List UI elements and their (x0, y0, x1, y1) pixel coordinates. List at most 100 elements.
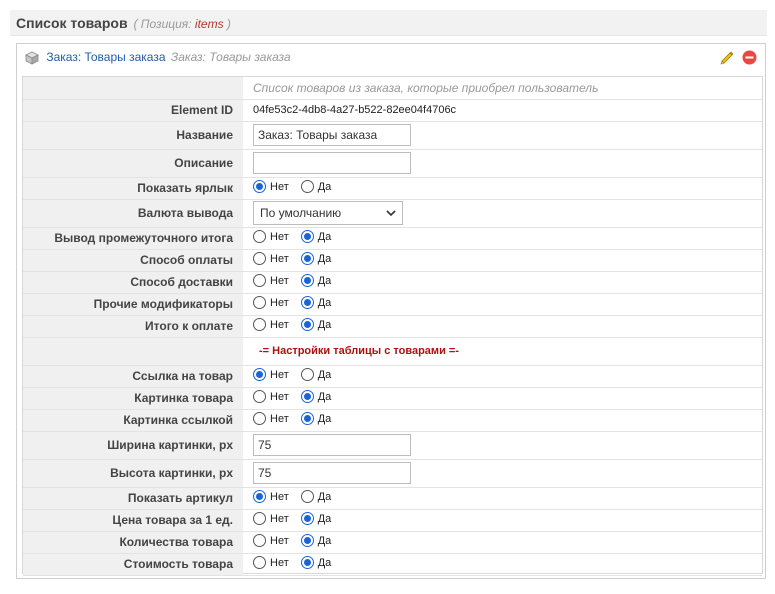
currency-value: По умолчанию (260, 206, 342, 220)
radio-row: Стоимость товара Нет Да (23, 553, 762, 576)
pencil-icon[interactable] (719, 50, 735, 66)
radio-yes[interactable]: Да (300, 318, 332, 331)
radio-no[interactable]: Нет (253, 274, 289, 287)
radio-label: Количества товара (23, 531, 243, 554)
name-input[interactable] (253, 124, 411, 146)
radio-yes-label: Да (317, 296, 332, 309)
radio-yes[interactable]: Да (300, 534, 331, 547)
radio-no[interactable]: Нет (253, 230, 289, 243)
desc-input[interactable] (253, 152, 411, 174)
img-height-input[interactable] (253, 462, 411, 484)
section-title: -= Настройки таблицы с товарами =- (243, 337, 762, 366)
name-label: Название (23, 121, 243, 150)
radio-yes[interactable]: Да (300, 512, 331, 525)
radio-row: Показать артикул Нет Да (23, 487, 762, 510)
radio-yes-label: Да (317, 556, 332, 569)
radio-yes[interactable]: Да (300, 556, 332, 569)
name-row: Название (23, 121, 762, 150)
module-header: Список товаров ( Позиция: items ) (10, 10, 767, 36)
radio-label: Картинка товара (23, 387, 243, 410)
radio-no-label: Нет (270, 318, 289, 331)
radio-no[interactable]: Нет (253, 512, 289, 525)
radio-circle[interactable] (253, 534, 266, 547)
delete-icon[interactable] (742, 50, 757, 65)
radio-yes-label: Да (317, 318, 332, 331)
radio-no-label: Нет (270, 390, 289, 403)
desc-row: Описание (23, 149, 762, 178)
radio-circle[interactable] (253, 368, 266, 381)
radio-no[interactable]: Нет (253, 412, 289, 425)
element-id-label: Element ID (23, 99, 243, 122)
radio-circle[interactable] (300, 252, 314, 265)
radio-row: Способ оплаты Нет Да (23, 249, 762, 272)
radio-circle[interactable] (300, 512, 314, 525)
radio-yes-label: Да (317, 368, 332, 381)
radio-circle[interactable] (300, 180, 314, 193)
radio-no-label: Нет (270, 556, 289, 569)
radio-yes[interactable]: Да (300, 296, 332, 309)
img-width-input[interactable] (253, 434, 411, 456)
radio-yes[interactable]: Да (300, 368, 332, 381)
radio-no[interactable]: Нет (253, 252, 289, 265)
radio-circle[interactable] (253, 512, 266, 525)
panel-title[interactable]: Заказ: Товары заказа (46, 50, 165, 64)
radio-circle[interactable] (253, 390, 266, 403)
radio-circle[interactable] (300, 368, 314, 381)
radio-circle[interactable] (253, 180, 266, 193)
radio-circle[interactable] (253, 490, 266, 503)
radio-no[interactable]: Нет (253, 180, 289, 193)
radio-circle[interactable] (300, 412, 314, 425)
empty-label-cell (23, 337, 243, 366)
radio-circle[interactable] (253, 296, 266, 309)
radio-circle[interactable] (253, 556, 266, 569)
radio-no-label: Нет (270, 252, 289, 265)
radio-yes[interactable]: Да (300, 412, 331, 425)
position-value: items (194, 17, 224, 31)
currency-select[interactable]: По умолчанию (253, 201, 403, 225)
radio-label: Картинка ссылкой (23, 409, 243, 432)
radio-circle[interactable] (300, 230, 314, 243)
radio-label: Способ оплаты (23, 249, 243, 272)
radio-circle[interactable] (300, 390, 314, 403)
description-row: Список товаров из заказа, которые приобр… (23, 77, 762, 100)
radio-circle[interactable] (253, 252, 266, 265)
radio-row: Цена товара за 1 ед. Нет Да (23, 509, 762, 532)
radio-no-label: Нет (270, 534, 289, 547)
radio-no[interactable]: Нет (253, 318, 289, 331)
position-info: ( Позиция: items ) (133, 17, 230, 31)
element-id-row: Element ID 04fe53c2-4db8-4a27-b522-82ee0… (23, 99, 762, 122)
radio-circle[interactable] (253, 318, 266, 331)
radio-no[interactable]: Нет (253, 368, 289, 381)
radio-yes-label: Да (317, 490, 332, 503)
element-panel: Заказ: Товары заказа Заказ: Товары заказ… (16, 43, 766, 579)
radio-yes[interactable]: Да (300, 230, 331, 243)
radio-yes[interactable]: Да (300, 252, 331, 265)
radio-no[interactable]: Нет (253, 534, 289, 547)
radio-no-label: Нет (270, 230, 289, 243)
radio-circle[interactable] (300, 490, 314, 503)
radio-circle[interactable] (300, 274, 314, 287)
radio-circle[interactable] (300, 318, 314, 331)
radio-yes[interactable]: Да (300, 390, 331, 403)
radio-circle[interactable] (253, 230, 266, 243)
radio-circle[interactable] (300, 556, 314, 569)
section-row: -= Настройки таблицы с товарами =- (23, 337, 762, 366)
radio-yes[interactable]: Да (300, 180, 331, 193)
radio-label: Цена товара за 1 ед. (23, 509, 243, 532)
radio-yes[interactable]: Да (300, 274, 331, 287)
radio-no[interactable]: Нет (253, 390, 289, 403)
radio-circle[interactable] (253, 274, 266, 287)
radio-circle[interactable] (300, 296, 314, 309)
radio-label: Показать артикул (23, 487, 243, 510)
radio-no-label: Нет (270, 512, 289, 525)
radio-no[interactable]: Нет (253, 556, 289, 569)
radio-yes[interactable]: Да (300, 490, 332, 503)
radio-row: Картинка ссылкой Нет Да (23, 409, 762, 432)
radio-no[interactable]: Нет (253, 490, 289, 503)
radio-no-label: Нет (270, 412, 289, 425)
radio-no[interactable]: Нет (253, 296, 289, 309)
radio-no-label: Нет (270, 296, 289, 309)
img-height-label: Высота картинки, px (23, 459, 243, 488)
radio-circle[interactable] (300, 534, 314, 547)
radio-circle[interactable] (253, 412, 266, 425)
